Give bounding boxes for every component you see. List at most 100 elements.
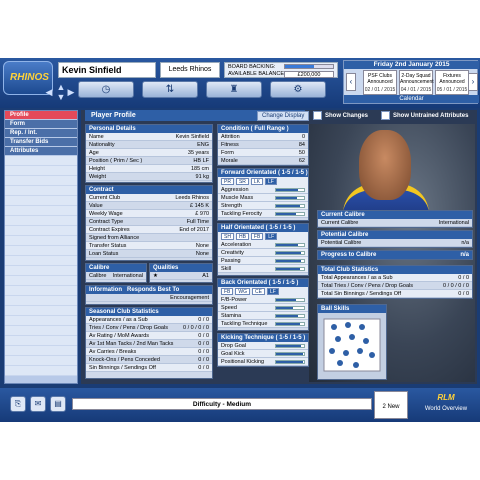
sidebar-item[interactable]: Form	[5, 120, 77, 129]
transfer-icon: ⇅	[165, 84, 175, 95]
event-card[interactable]: PSF Clubs Announced 02 / 01 / 2015	[363, 70, 397, 95]
settings-button[interactable]: ⚙	[270, 81, 326, 98]
attribute-bar	[275, 258, 305, 263]
notes-button[interactable]: ▤	[50, 396, 66, 412]
next-button[interactable]: 2 New	[374, 391, 408, 419]
sidebar-empty-row	[5, 296, 77, 306]
sidebar-item[interactable]: Rep. / Int.	[5, 129, 77, 138]
stat-label: Attrition	[221, 134, 240, 140]
show-changes-checkbox[interactable]	[313, 111, 322, 120]
attribute-label: Creativity	[221, 249, 244, 256]
attribute-bar-fill	[276, 243, 299, 246]
stat-value: 0	[301, 134, 305, 140]
event-title: PSF Clubs Announced	[367, 73, 393, 85]
forward-arrow-icon[interactable]: ▶	[66, 87, 76, 97]
club-name[interactable]: Leeds Rhinos	[160, 62, 220, 78]
stat-label: Signed from Alliance	[89, 235, 140, 241]
formation-diagram	[323, 318, 381, 372]
stat-value: 50	[298, 150, 305, 156]
sidebar-item[interactable]: Attributes	[5, 147, 77, 156]
attribute-label: Muscle Mass	[221, 194, 254, 201]
stat-row: Av Rating / MoM Awards 0 / 0	[86, 332, 212, 340]
stat-row: Position ( Prim / Sec ) HB LF	[86, 157, 212, 165]
stat-value: ENG	[197, 142, 209, 148]
attribute-row: Skill	[218, 265, 308, 273]
section-title: Back Orientated ( 1-5 / 1-5 )	[218, 279, 308, 287]
attribute-bar-fill	[276, 360, 303, 363]
sidebar-item[interactable]: Transfer Bids	[5, 138, 77, 147]
sidebar-nav: Profile Form Rep. / Int. Transfer Bids Attri…	[5, 111, 77, 156]
event-card[interactable]: 2-Day Squad Announcement 04 / 01 / 2015	[399, 70, 434, 95]
attribute-bar	[275, 343, 305, 348]
save-icon: ⎘	[14, 399, 22, 408]
condition-section: Condition ( Full Range ) Attrition 0 Fitne…	[217, 124, 309, 166]
stat-label: Sin Binnings / Sendings Off	[89, 365, 156, 371]
attribute-label: Skill	[221, 265, 232, 272]
attribute-label: Goal Kick	[221, 350, 245, 357]
stat-row: Av Carries / Breaks 0 / 0	[86, 348, 212, 356]
down-arrow-icon[interactable]: ▼	[56, 92, 66, 102]
stat-value: £ 970	[195, 211, 209, 217]
trophy-button[interactable]: ♜	[206, 81, 262, 98]
current-calibre-section: Current Calibre Current Calibre Internati…	[317, 210, 473, 228]
personal-details-section: Personal Details Name Kevin Sinfield Natio…	[85, 124, 213, 183]
event-card[interactable]: Fixtures Announced 05 / 01 / 2015	[435, 70, 469, 95]
calendar-next-icon[interactable]: ›	[468, 73, 478, 91]
sidebar-empty-row	[5, 346, 77, 356]
sidebar-empty-row	[5, 196, 77, 206]
stat-value: Full Time	[186, 219, 209, 225]
sidebar-item[interactable]: Profile	[5, 111, 77, 120]
position-tag: LK	[250, 178, 264, 185]
transfer-button[interactable]: ⇅	[142, 81, 198, 98]
attribute-row: Tackling Ferocity	[218, 210, 308, 218]
attribute-bar-fill	[276, 259, 302, 262]
section-title: Calibre	[86, 264, 146, 272]
sidebar-empty-list	[5, 156, 77, 376]
sidebar-empty-row	[5, 286, 77, 296]
stat-value: 0 / 0 / 0 / 0	[183, 325, 209, 331]
save-button[interactable]: ⎘	[10, 396, 26, 412]
world-overview-button[interactable]: RLM World Overview	[414, 390, 478, 420]
current-calibre-row: Current Calibre International	[318, 219, 472, 227]
stat-row: Form 50	[218, 149, 308, 157]
sidebar-empty-row	[5, 276, 77, 286]
attribute-label: Tackling Ferocity	[221, 210, 262, 217]
attribute-bar-fill	[276, 344, 302, 347]
available-balance: £200,000	[284, 71, 334, 78]
stat-row: Av 1st Man Tacks / 2nd Man Tacks 0 / 0	[86, 340, 212, 348]
position-tag: SR	[235, 178, 249, 185]
stat-row: Tries / Conv / Pens / Drop Goals 0 / 0 / …	[86, 324, 212, 332]
stat-label: Form	[221, 150, 234, 156]
stat-row: Loan Status None	[86, 250, 212, 258]
clock-icon: ◷	[101, 84, 111, 95]
stat-label: Morale	[221, 158, 238, 164]
stat-value: 0 / 0	[198, 349, 209, 355]
stat-label: Contract Type	[89, 219, 124, 225]
section-title: Ball Skills	[318, 305, 386, 313]
show-untrained-checkbox[interactable]	[381, 111, 390, 120]
calendar-prev-icon[interactable]: ‹	[346, 73, 356, 91]
attribute-row: Positional Kicking	[218, 358, 308, 366]
messages-button[interactable]: ✉	[30, 396, 46, 412]
stat-label: Transfer Status	[89, 243, 127, 249]
calendar-label[interactable]: Calendar	[344, 95, 479, 103]
stat-label: Fitness	[221, 142, 239, 148]
stat-value: Leeds Rhinos	[175, 195, 209, 201]
stat-label: Weekly Wage	[89, 211, 123, 217]
stat-value: 91 kg	[195, 174, 209, 180]
seasonal-stats-section: Seasonal Club Statistics Appearances / a…	[85, 307, 213, 379]
back-arrow-icon[interactable]: ◀	[44, 87, 54, 97]
event-date: 05 / 01 / 2015	[436, 87, 468, 93]
sidebar-empty-row	[5, 356, 77, 366]
stat-value: 0 / 0	[198, 317, 209, 323]
difficulty-label: Difficulty - Medium	[72, 398, 372, 410]
up-arrow-icon[interactable]: ▲	[56, 82, 66, 92]
clock-button[interactable]: ◷	[78, 81, 134, 98]
attribute-bar-fill	[276, 306, 293, 309]
attribute-bar	[275, 195, 305, 200]
stat-row: Contract Type Full Time	[86, 218, 212, 226]
section-title: Progress to Calibre n/a	[318, 251, 472, 259]
position-tag: PR	[221, 178, 234, 185]
change-display-button[interactable]: Change Display	[257, 111, 310, 121]
player-profile-panel: Player Profile Change Display Show Chang…	[81, 110, 477, 384]
